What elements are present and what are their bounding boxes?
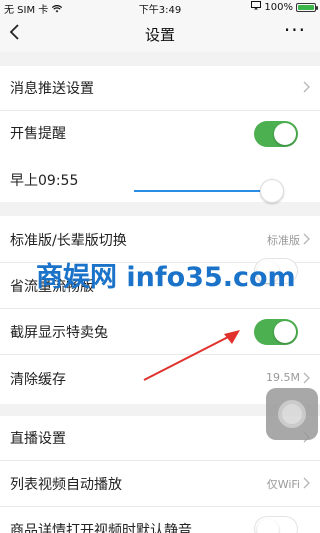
more-button[interactable]: ··· [284, 18, 306, 42]
live-settings-label: 直播设置 [10, 431, 66, 447]
mute-video-label: 商品详情打开视频时默认静音 [10, 523, 192, 533]
divider [0, 506, 320, 507]
clear-cache-value: 19.5M [266, 371, 300, 384]
slider-track [134, 190, 273, 192]
screenshot-sale-toggle[interactable] [254, 319, 298, 345]
annotation-arrow-icon [143, 330, 240, 381]
clear-cache-label: 清除缓存 [10, 372, 66, 388]
chevron-right-icon [303, 372, 310, 384]
screen-mirror-icon [251, 1, 262, 13]
battery-percent: 100% [264, 1, 293, 13]
assistive-touch-button[interactable] [266, 388, 318, 440]
mute-video-row: 商品详情打开视频时默认静音 [0, 508, 320, 533]
reminder-time-label: 早上09:55 [10, 173, 79, 189]
autoplay-label: 列表视频自动播放 [10, 477, 122, 493]
chevron-right-icon [303, 477, 310, 489]
divider [0, 460, 320, 461]
mute-video-toggle[interactable] [254, 516, 298, 533]
chevron-right-icon [303, 81, 310, 93]
divider [0, 308, 320, 309]
screenshot-sale-label: 截屏显示特卖兔 [10, 325, 108, 341]
version-switch-value: 标准版 [267, 234, 300, 247]
version-switch-label: 标准版/长辈版切换 [10, 233, 127, 249]
status-bar: 无 SIM 卡 下午3:49 100% [0, 0, 320, 16]
autoplay-row[interactable]: 列表视频自动播放 仅WiFi [0, 462, 320, 506]
battery-icon [296, 2, 318, 12]
sale-reminder-row: 开售提醒 [0, 111, 320, 155]
reminder-time-slider[interactable] [134, 179, 294, 203]
push-settings-label: 消息推送设置 [10, 81, 94, 97]
watermark-text: 商娱网 info35.com [36, 262, 296, 293]
page-title: 设置 [144, 26, 175, 44]
sale-reminder-toggle[interactable] [254, 121, 298, 147]
chevron-right-icon [303, 233, 310, 245]
sale-reminder-label: 开售提醒 [10, 126, 66, 142]
autoplay-value: 仅WiFi [266, 478, 300, 491]
status-right: 100% [251, 1, 318, 13]
slider-thumb[interactable] [260, 179, 285, 203]
navigation-bar: 设置 ··· [0, 14, 320, 52]
push-settings-row[interactable]: 消息推送设置 [0, 66, 320, 110]
